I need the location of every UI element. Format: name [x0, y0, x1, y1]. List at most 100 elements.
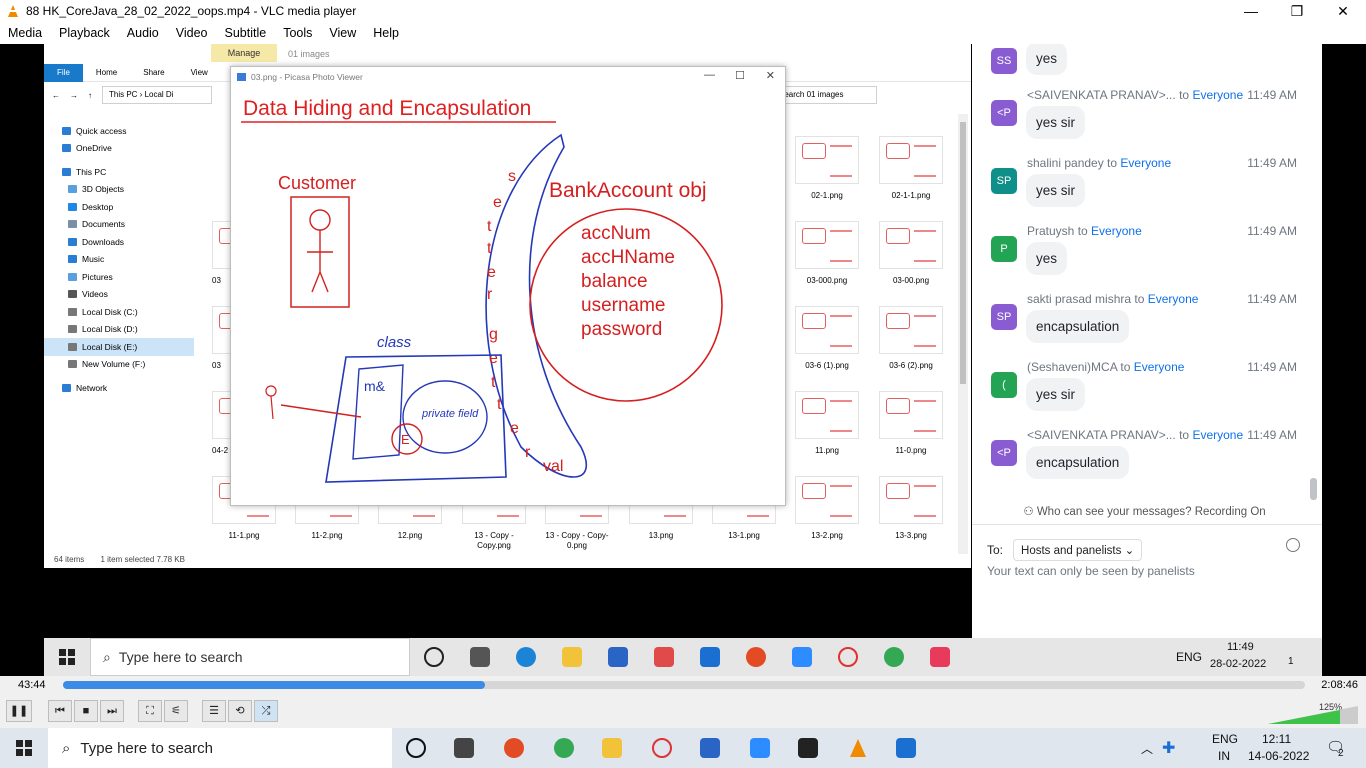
taskbar-search[interactable]: ⌕ Type here to search [48, 728, 392, 768]
recipient-link[interactable]: Everyone [1148, 292, 1199, 306]
video-frame[interactable]: Manage 01 images File Home Share View Pi… [44, 44, 1322, 674]
fullscreen-button[interactable]: ⛶ [138, 700, 162, 722]
menu-playback[interactable]: Playback [59, 26, 110, 40]
thumbnail-label: 13-2.png [811, 531, 843, 540]
nav-item: 3D Objects [44, 181, 194, 199]
small-figure [265, 385, 277, 420]
tray-chevron-icon[interactable]: ︿ [1141, 740, 1153, 757]
tab-view: View [190, 67, 208, 77]
nav-item-label: 3D Objects [82, 184, 125, 195]
chat-scrollbar[interactable] [1310, 478, 1317, 500]
file-explorer: Manage 01 images File Home Share View Pi… [44, 44, 971, 568]
explorer-scrollbar [958, 114, 968, 554]
thumbnail-image [795, 221, 859, 269]
nav-item: Music [44, 251, 194, 269]
window-title: 88 HK_CoreJava_28_02_2022_oops.mp4 - VLC… [26, 4, 357, 18]
manage-tab: Manage [211, 44, 277, 62]
video-clock-date: 28-02-2022 [1210, 658, 1267, 670]
nav-item-label: Local Disk (C:) [82, 306, 138, 317]
thumbnail-label: 13 - Copy - Copy.png [474, 531, 514, 550]
pause-button[interactable]: ❚❚ [6, 700, 32, 722]
menu-video[interactable]: Video [176, 26, 208, 40]
emoji-icon[interactable] [1286, 538, 1300, 552]
sender-name: shalini pandey to [1027, 156, 1118, 170]
message-time: 11:49 AM [1247, 156, 1297, 170]
selection-info: 1 item selected 7.78 KB [100, 555, 185, 564]
cortana-icon[interactable] [406, 738, 426, 758]
chrome-icon[interactable] [554, 738, 574, 758]
close-button[interactable]: ✕ [1320, 0, 1366, 22]
getter-letters: g e t t e r [489, 326, 531, 461]
recipient-link[interactable]: Everyone [1120, 156, 1171, 170]
photos-icon[interactable] [896, 738, 916, 758]
folder-icon [562, 647, 582, 667]
message-bubble[interactable]: yes sir [1026, 106, 1086, 139]
menu-media[interactable]: Media [8, 26, 42, 40]
windows-start-icon[interactable] [16, 740, 32, 756]
lang-indicator[interactable]: ENG [1212, 732, 1238, 746]
message-bubble[interactable]: yes sir [1026, 378, 1086, 411]
clock-date[interactable]: 14-06-2022 [1248, 749, 1309, 763]
setter-letters: s e t t e r [487, 168, 516, 303]
stop-button[interactable]: ■ [74, 700, 98, 722]
thumbnail-label: 13-3.png [895, 531, 927, 540]
recipient-dropdown[interactable]: Hosts and panelists ⌄ [1013, 539, 1143, 561]
vlc-cone-icon[interactable] [848, 738, 868, 758]
thumbnail-image [879, 306, 943, 354]
folder-icon[interactable] [602, 738, 622, 758]
message-bubble[interactable]: yes sir [1026, 174, 1086, 207]
picasa-viewer: 03.png - Picasa Photo Viewer — ☐ ✕ Data … [230, 66, 786, 506]
file-thumbnail: 03-6 (1).png [795, 306, 859, 371]
nav-item-label: Desktop [82, 201, 114, 212]
task-view-icon[interactable] [454, 738, 474, 758]
menu-subtitle[interactable]: Subtitle [225, 26, 267, 40]
volume-slider[interactable] [1268, 706, 1358, 724]
address-path: This PC › Local Di [102, 86, 212, 104]
seek-slider[interactable] [63, 681, 1305, 689]
menu-tools[interactable]: Tools [283, 26, 312, 40]
message-bubble[interactable]: encapsulation [1026, 310, 1130, 343]
camera-app-icon [930, 647, 950, 667]
class-text: class [377, 334, 412, 351]
gift-icon [654, 647, 674, 667]
restore-button[interactable]: ❐ [1274, 0, 1320, 22]
recorder-icon[interactable] [504, 738, 524, 758]
next-button[interactable]: ⏭ [100, 700, 124, 722]
nav-item-label: Documents [82, 219, 125, 230]
recipient-link[interactable]: Everyone [1091, 224, 1142, 238]
extended-settings-button[interactable]: ⚟ [164, 700, 188, 722]
svg-text:password: password [581, 319, 662, 340]
message-bubble[interactable]: yes [1026, 242, 1068, 275]
menu-view[interactable]: View [329, 26, 356, 40]
nav-item: Videos [44, 286, 194, 304]
message-bubble[interactable]: yes [1026, 44, 1068, 75]
message-time: 11:49 AM [1247, 360, 1297, 374]
chat-privacy-notice[interactable]: ⚇ Who can see your messages? Recording O… [972, 504, 1317, 518]
nav-item-label: This PC [76, 166, 107, 177]
sticky-notes-icon[interactable] [798, 738, 818, 758]
message-bubble[interactable]: encapsulation [1026, 446, 1130, 479]
tray-add-icon[interactable]: ✚ [1162, 738, 1175, 758]
menu-help[interactable]: Help [373, 26, 399, 40]
shuffle-button[interactable]: ⤮ [254, 700, 278, 722]
recipient-link[interactable]: Everyone [1192, 428, 1243, 442]
zoom-icon[interactable] [750, 738, 770, 758]
minimize-button[interactable]: — [1228, 0, 1274, 22]
recipient-link[interactable]: Everyone [1134, 360, 1185, 374]
clock-time[interactable]: 12:11 [1262, 732, 1291, 746]
sender-name: sakti prasad mishra to [1027, 292, 1145, 306]
store-icon[interactable] [700, 738, 720, 758]
recipient-value: Hosts and panelists [1021, 545, 1122, 557]
loop-button[interactable]: ⟲ [228, 700, 252, 722]
recipient-link[interactable]: Everyone [1192, 88, 1243, 102]
snipping-icon[interactable] [652, 738, 672, 758]
nav-item-label: Network [76, 382, 108, 393]
playlist-button[interactable]: ☰ [202, 700, 226, 722]
menu-audio[interactable]: Audio [127, 26, 159, 40]
val-text: val [543, 458, 563, 475]
nav-item: Local Disk (D:) [44, 321, 194, 339]
bank-fields: accNum accHName balance username passwor… [581, 223, 675, 340]
chat-input[interactable]: Your text can only be seen by panelists [987, 564, 1195, 578]
thumbnail-label: 02-1-1.png [891, 191, 931, 200]
previous-button[interactable]: ⏮ [48, 700, 72, 722]
